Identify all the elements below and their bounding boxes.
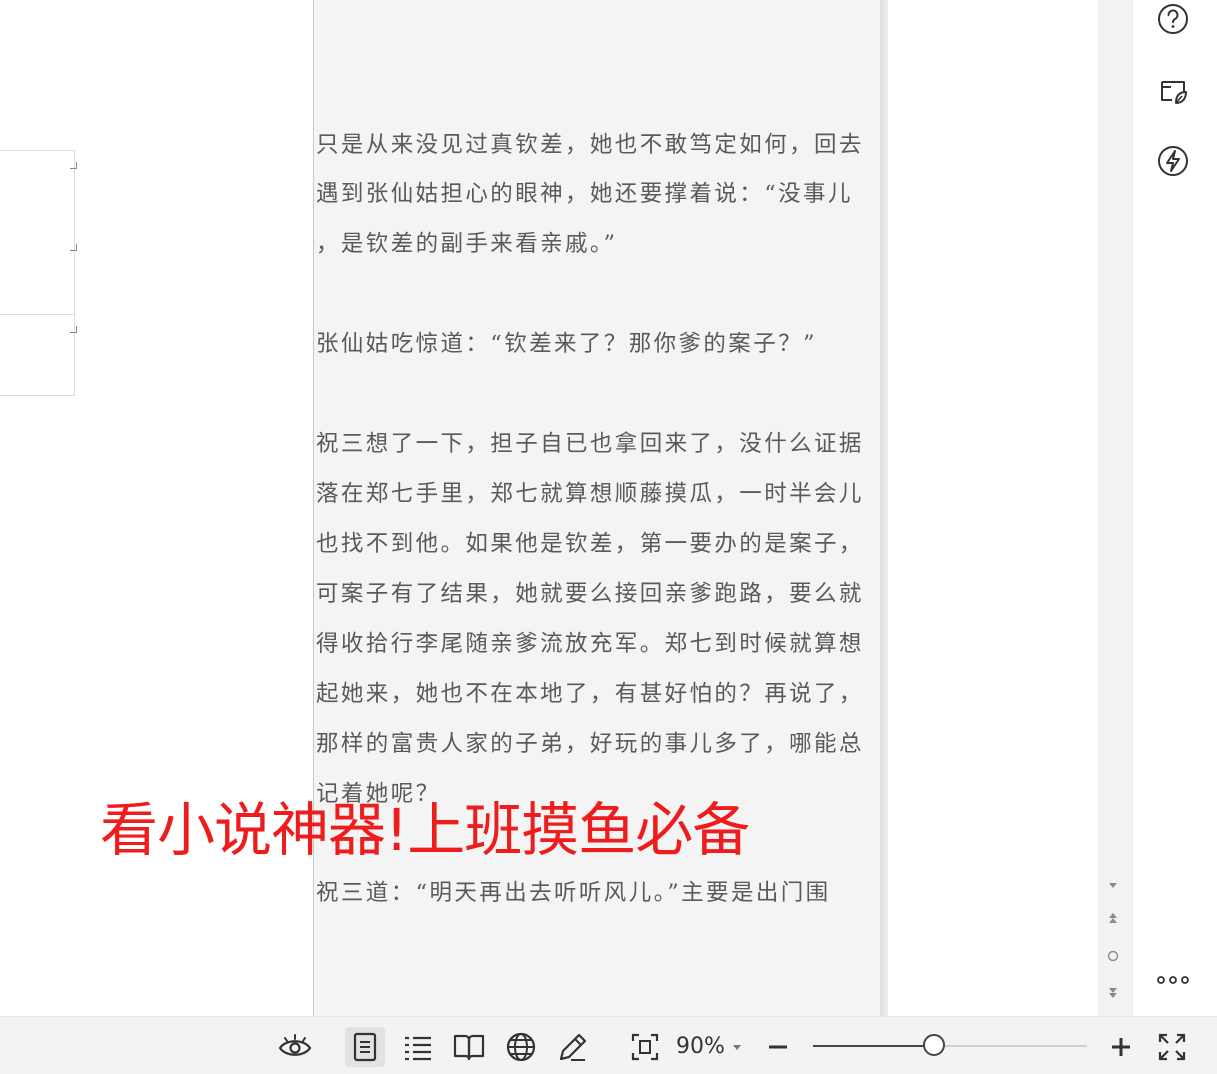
zoom-slider-fill (813, 1045, 934, 1047)
previous-page-icon[interactable] (1103, 908, 1123, 928)
text-line: 张仙姑吃惊道：“钦差来了？那你爹的案子？” (316, 331, 817, 357)
corner-mark (70, 162, 77, 169)
next-page-icon[interactable] (1103, 983, 1123, 1003)
text-line: 落在郑七手里，郑七就算想顺藤摸瓜，一时半会儿 (316, 481, 864, 507)
text-line: 起她来，她也不在本地了，有甚好怕的？再说了， (316, 681, 864, 707)
zoom-in-icon[interactable] (1101, 1027, 1141, 1067)
left-page-frame (0, 150, 75, 316)
promo-caption: 看小说神器!上班摸鱼必备 (100, 796, 750, 864)
chevron-down-icon[interactable] (733, 1045, 741, 1050)
zoom-slider-track[interactable] (813, 1045, 1087, 1047)
lightning-icon[interactable] (1154, 142, 1192, 180)
text-line: 只是从来没见过真钦差，她也不敢笃定如何，回去 (316, 132, 864, 158)
scrollbar-track[interactable] (1098, 0, 1132, 1016)
pen-edit-icon[interactable] (553, 1027, 593, 1067)
text-line: 得收拾行李尾随亲爹流放充军。郑七到时候就算想 (316, 631, 864, 657)
text-line: 祝三想了一下，担子自已也拿回来了，没什么证据 (316, 431, 864, 457)
outline-list-icon[interactable] (398, 1027, 438, 1067)
left-page-frame (0, 314, 75, 396)
zoom-out-icon[interactable] (758, 1027, 798, 1067)
corner-mark (70, 326, 77, 333)
page-view-icon[interactable] (345, 1027, 385, 1067)
text-line: 也找不到他。如果他是钦差，第一要办的是案子， (316, 531, 864, 557)
zoom-slider-thumb[interactable] (922, 1034, 945, 1056)
help-circle-icon[interactable] (1154, 0, 1192, 38)
fit-page-icon[interactable] (625, 1027, 665, 1067)
web-layout-icon[interactable] (501, 1027, 541, 1067)
zoom-level-dropdown[interactable]: 90% (676, 1031, 725, 1063)
read-mode-icon[interactable] (449, 1027, 489, 1067)
right-gutter (888, 0, 1098, 1016)
text-line: 遇到张仙姑担心的眼神，她还要撑着说：“没事儿 (316, 181, 853, 207)
circle-select-icon[interactable] (1103, 946, 1123, 966)
text-line: 可案子有了结果，她就要么接回亲爹跑路，要么就 (316, 581, 864, 607)
leaf-clipboard-icon[interactable] (1154, 72, 1192, 110)
fullscreen-icon[interactable] (1152, 1027, 1192, 1067)
eye-protection-icon[interactable] (275, 1027, 315, 1067)
text-line: ，是钦差的副手来看亲戚。” (316, 231, 618, 257)
scroll-down-small-icon[interactable] (1103, 875, 1123, 895)
corner-mark (70, 244, 77, 251)
page-edge-shadow (880, 0, 888, 1016)
more-icon[interactable] (1154, 968, 1192, 992)
text-line: 那样的富贵人家的子弟，好玩的事儿多了，哪能总 (316, 731, 864, 757)
text-line: 祝三道：“明天再出去听听风儿。”主要是出门围 (316, 880, 831, 906)
